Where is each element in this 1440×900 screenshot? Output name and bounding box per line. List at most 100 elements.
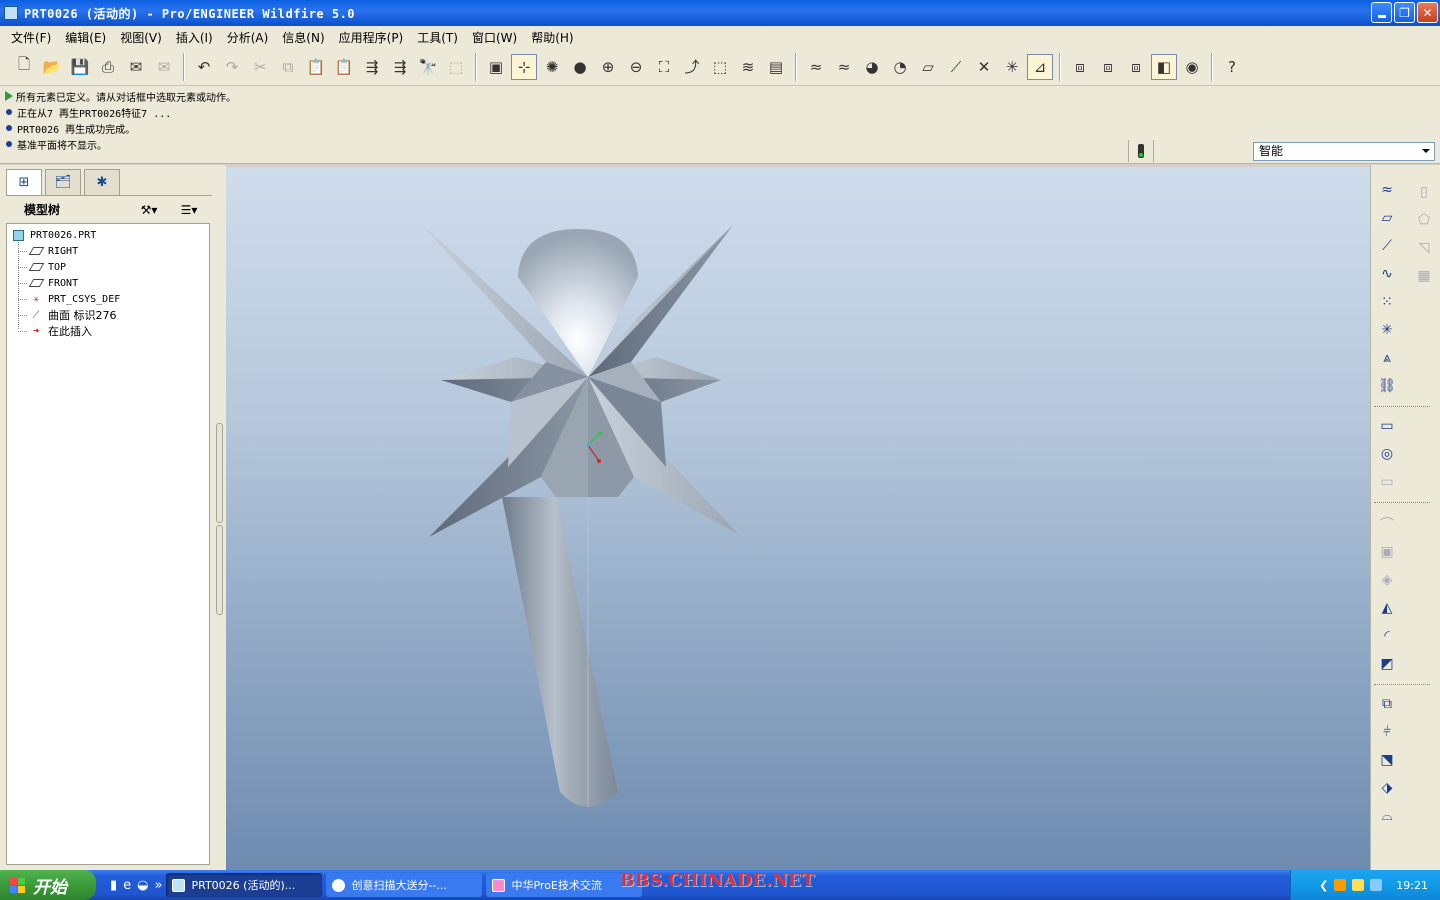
close-button[interactable]: ✕ bbox=[1417, 2, 1438, 23]
new-file-icon[interactable]: 🗋 bbox=[11, 54, 37, 80]
print-icon[interactable]: ⎙ bbox=[95, 54, 121, 80]
offset-icon[interactable]: ⌓ bbox=[1374, 803, 1400, 829]
csys-tool-icon[interactable]: ✳ bbox=[1374, 317, 1400, 343]
revolve-icon[interactable]: ◎ bbox=[1374, 441, 1400, 467]
tree-item-top[interactable]: TOP bbox=[7, 259, 209, 275]
zoom-in-icon[interactable]: ⊕ bbox=[595, 54, 621, 80]
repaint-icon[interactable]: ▣ bbox=[483, 54, 509, 80]
menu-view[interactable]: 视图(V) bbox=[113, 29, 169, 46]
shell-icon[interactable]: ▣ bbox=[1374, 539, 1400, 565]
spin-center-icon[interactable]: ⊹ bbox=[511, 53, 537, 80]
copy-icon[interactable]: ⧉ bbox=[275, 54, 301, 80]
sketch-icon[interactable]: ≈ bbox=[1374, 177, 1400, 203]
tree-item-csys[interactable]: ✳ PRT_CSYS_DEF bbox=[7, 291, 209, 307]
csys-toggle-icon[interactable]: ✳ bbox=[999, 54, 1025, 80]
regen-manager-icon[interactable]: ⇶ bbox=[387, 54, 413, 80]
menu-window[interactable]: 窗口(W) bbox=[465, 29, 524, 46]
favorites-tab-icon[interactable]: ✱ bbox=[84, 169, 120, 195]
selection-filter-dropdown[interactable]: 智能 bbox=[1253, 142, 1435, 161]
plane-display-icon[interactable]: ▱ bbox=[915, 54, 941, 80]
find-icon[interactable]: 🔭 bbox=[415, 54, 441, 80]
datum-axis-tool-icon[interactable]: ⟋ bbox=[1374, 233, 1400, 259]
select-box-icon[interactable]: ⬚ bbox=[443, 54, 469, 80]
extrude-icon[interactable]: ▭ bbox=[1374, 413, 1400, 439]
graphics-window[interactable] bbox=[226, 167, 1370, 870]
annotation-display-icon[interactable]: ⊿ bbox=[1027, 53, 1053, 80]
points-display-icon[interactable]: ✕ bbox=[971, 54, 997, 80]
hole-icon[interactable]: ⌒ bbox=[1374, 511, 1400, 537]
axis-display-icon[interactable]: ⟋ bbox=[943, 54, 969, 80]
ie-icon[interactable]: e bbox=[123, 878, 131, 893]
tree-item-front[interactable]: FRONT bbox=[7, 275, 209, 291]
tree-item-right[interactable]: RIGHT bbox=[7, 243, 209, 259]
rib-icon[interactable]: ◈ bbox=[1374, 567, 1400, 593]
media-icon[interactable]: ◒ bbox=[137, 878, 148, 893]
menu-tools[interactable]: 工具(T) bbox=[410, 29, 465, 46]
cut-icon[interactable]: ✂ bbox=[247, 54, 273, 80]
trim-icon[interactable]: ⬗ bbox=[1374, 775, 1400, 801]
tray-app-icon[interactable] bbox=[1334, 879, 1347, 891]
no-hidden-icon[interactable]: ⧈ bbox=[1123, 54, 1149, 80]
tray-volume-icon[interactable] bbox=[1370, 879, 1383, 891]
chain-tool-icon[interactable]: ⛓ bbox=[1374, 373, 1400, 399]
restore-button[interactable]: ❐ bbox=[1394, 2, 1415, 23]
start-button[interactable]: 开始 bbox=[0, 870, 96, 900]
model-tree-tab-icon[interactable]: ⊞ bbox=[6, 169, 42, 195]
folder-browser-tab-icon[interactable]: 🗂 bbox=[45, 169, 81, 195]
draft-icon[interactable]: ◭ bbox=[1374, 595, 1400, 621]
menu-help[interactable]: 帮助(H) bbox=[524, 29, 580, 46]
solidify-icon[interactable]: ⬠ bbox=[1411, 207, 1437, 233]
round-icon[interactable]: ◜ bbox=[1374, 623, 1400, 649]
whats-this-icon[interactable]: ? bbox=[1219, 54, 1245, 80]
csys-display-icon[interactable]: ◔ bbox=[887, 54, 913, 80]
email-attach-icon[interactable]: ✉ bbox=[151, 54, 177, 80]
tree-item-surface[interactable]: ⟋ 曲面 标识276 bbox=[7, 307, 209, 323]
save-icon[interactable]: 💾 bbox=[67, 54, 93, 80]
pattern-icon[interactable]: ⧉ bbox=[1374, 691, 1400, 717]
datum-curve-tool-icon[interactable]: ∿ bbox=[1374, 261, 1400, 287]
reorient-icon[interactable]: ⤴ bbox=[679, 54, 705, 80]
wireframe-icon[interactable]: ⧈ bbox=[1067, 54, 1093, 80]
quick-launch-more-icon[interactable]: » bbox=[155, 878, 163, 893]
regen-status-icon[interactable] bbox=[1128, 140, 1154, 162]
redo-icon[interactable]: ↷ bbox=[219, 54, 245, 80]
tree-item-insert-here[interactable]: ➜ 在此插入 bbox=[7, 323, 209, 339]
menu-insert[interactable]: 插入(I) bbox=[169, 29, 220, 46]
panel-splitter-handle[interactable] bbox=[216, 423, 223, 523]
enhanced-realism-icon[interactable]: ◉ bbox=[1179, 54, 1205, 80]
chamfer-icon[interactable]: ◩ bbox=[1374, 651, 1400, 677]
paste-special-icon[interactable]: 📋 bbox=[331, 54, 357, 80]
tree-columns-icon[interactable]: ☰▾ bbox=[174, 201, 204, 219]
thicken-icon[interactable]: ▯ bbox=[1411, 179, 1437, 205]
panel-splitter-handle[interactable] bbox=[216, 525, 223, 615]
tree-root[interactable]: PRT0026.PRT bbox=[7, 227, 209, 243]
menu-file[interactable]: 文件(F) bbox=[4, 29, 58, 46]
menu-applications[interactable]: 应用程序(P) bbox=[332, 29, 411, 46]
layers-icon[interactable]: ≋ bbox=[735, 54, 761, 80]
email-icon[interactable]: ✉ bbox=[123, 54, 149, 80]
shaded-icon[interactable]: ◧ bbox=[1151, 53, 1177, 80]
datum-axis-display-icon[interactable]: ≈ bbox=[831, 54, 857, 80]
undo-icon[interactable]: ↶ bbox=[191, 54, 217, 80]
menu-info[interactable]: 信息(N) bbox=[275, 29, 331, 46]
task-browser-1[interactable]: 创意扫描大送分--... bbox=[326, 873, 483, 897]
mirror-icon[interactable]: ⫩ bbox=[1374, 719, 1400, 745]
tray-clock[interactable]: 19:21 bbox=[1396, 879, 1428, 892]
menu-edit[interactable]: 编辑(E) bbox=[58, 29, 113, 46]
paste-icon[interactable]: 📋 bbox=[303, 54, 329, 80]
regenerate-icon[interactable]: ⇶ bbox=[359, 54, 385, 80]
datum-plane-display-icon[interactable]: ≈ bbox=[803, 54, 829, 80]
datum-point-tool-icon[interactable]: ⁙ bbox=[1374, 289, 1400, 315]
task-proe[interactable]: PRT0026 (活动的)... bbox=[166, 873, 323, 897]
saved-views-icon[interactable]: ⬚ bbox=[707, 54, 733, 80]
extend-icon[interactable]: ◹ bbox=[1411, 235, 1437, 261]
analysis-tool-icon[interactable]: ⩓ bbox=[1374, 345, 1400, 371]
grid-icon[interactable]: ▦ bbox=[1411, 263, 1437, 289]
orient-mode-icon[interactable]: ✺ bbox=[539, 54, 565, 80]
point-display-icon[interactable]: ◕ bbox=[859, 54, 885, 80]
open-folder-icon[interactable]: 📂 bbox=[39, 54, 65, 80]
view-manager-icon[interactable]: ▤ bbox=[763, 54, 789, 80]
merge-icon[interactable]: ⬔ bbox=[1374, 747, 1400, 773]
menu-analysis[interactable]: 分析(A) bbox=[220, 29, 276, 46]
shading-icon[interactable]: ● bbox=[567, 54, 593, 80]
